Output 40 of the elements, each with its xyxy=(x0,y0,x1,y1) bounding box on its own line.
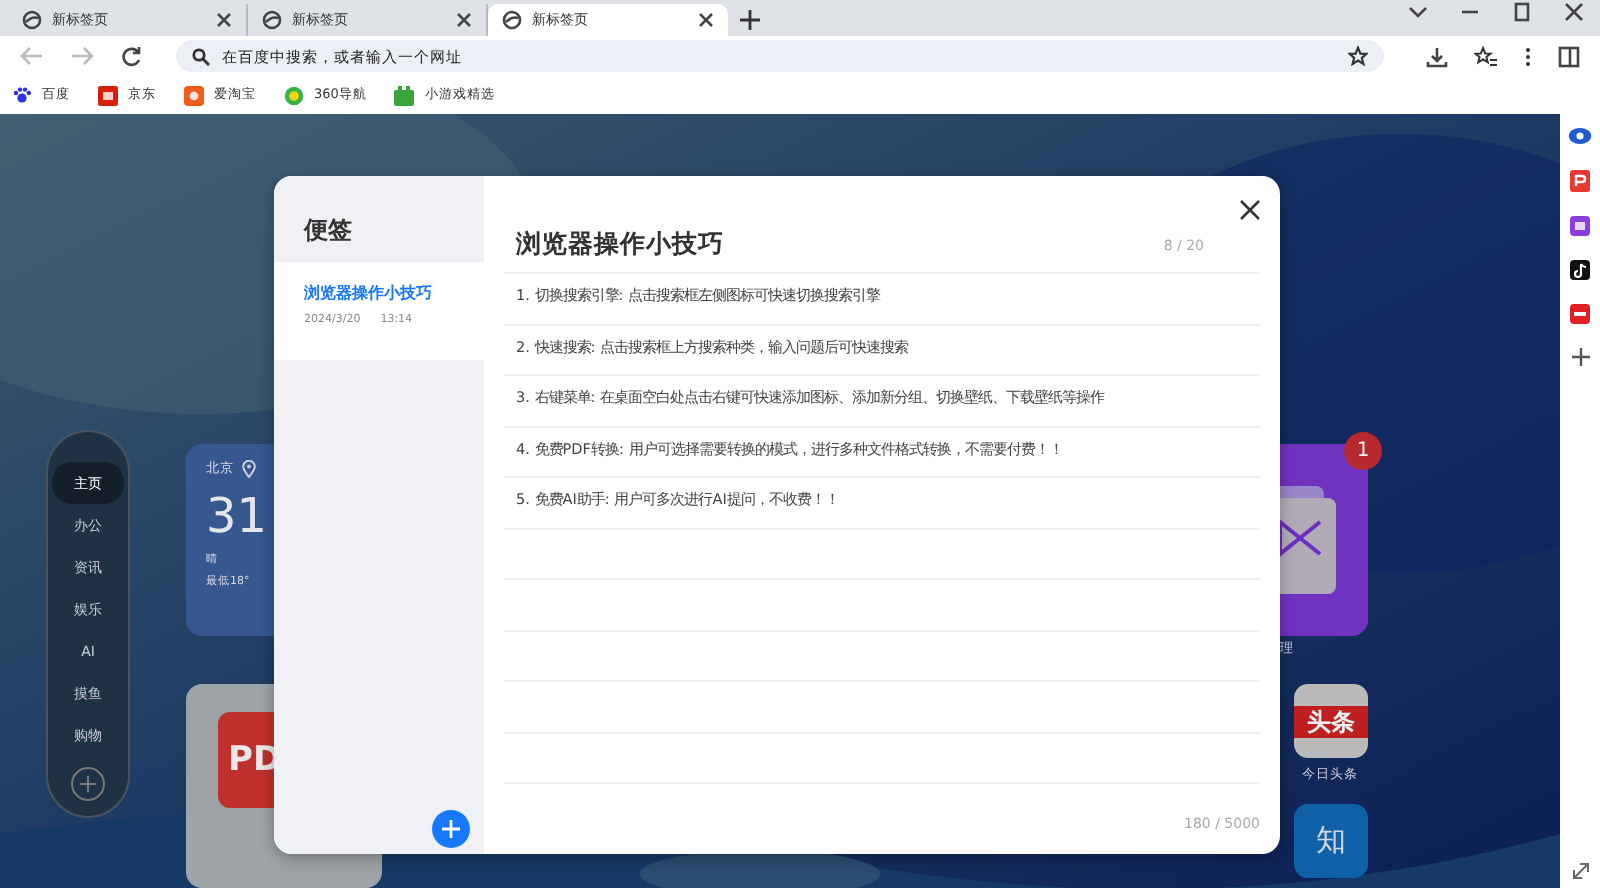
chevron-down-icon[interactable] xyxy=(1408,4,1428,20)
circle-icon xyxy=(284,85,304,105)
shop-logo-icon xyxy=(184,85,204,105)
location-pin-icon xyxy=(242,460,256,478)
add-icon[interactable] xyxy=(1571,348,1589,366)
side-panel-icon[interactable] xyxy=(1558,45,1580,67)
note-heading: 浏览器操作小技巧 xyxy=(516,228,724,262)
globe-icon xyxy=(502,10,522,30)
store-logo-icon xyxy=(98,85,118,105)
expand-icon[interactable] xyxy=(1571,862,1589,880)
paw-icon xyxy=(12,85,32,105)
temperature: 31 xyxy=(206,488,270,544)
game-icon xyxy=(394,85,415,105)
star-icon[interactable] xyxy=(1348,46,1368,66)
close-icon[interactable] xyxy=(698,12,714,28)
globe-icon xyxy=(262,10,282,30)
search-icon xyxy=(192,47,210,65)
download-icon[interactable] xyxy=(1426,45,1448,67)
new-tab-icon[interactable] xyxy=(740,10,760,30)
reload-icon[interactable] xyxy=(120,45,142,67)
globe-icon xyxy=(22,10,42,30)
add-icon[interactable] xyxy=(70,766,106,802)
music-note-icon[interactable] xyxy=(1570,260,1590,280)
app-icon[interactable]: 知 xyxy=(1294,804,1368,878)
close-icon[interactable] xyxy=(1564,2,1584,22)
app-icon[interactable]: 头条 xyxy=(1294,684,1368,758)
dialog-title: 便签 xyxy=(301,214,354,248)
more-icon[interactable] xyxy=(1524,45,1532,67)
note-title: 浏览器操作小技巧 xyxy=(304,282,434,304)
close-icon[interactable] xyxy=(456,12,472,28)
maximize-icon[interactable] xyxy=(1512,2,1532,22)
close-icon[interactable] xyxy=(216,12,232,28)
pdf-app-icon[interactable] xyxy=(1570,170,1590,192)
app-shortcut-icon[interactable] xyxy=(1570,304,1590,324)
add-note-button[interactable] xyxy=(432,810,470,848)
close-icon[interactable] xyxy=(1240,200,1260,220)
folder-app-icon[interactable] xyxy=(1570,216,1590,236)
bookmark-list-icon[interactable] xyxy=(1474,45,1498,67)
plus-icon xyxy=(442,820,460,838)
eye-icon[interactable] xyxy=(1568,126,1592,146)
